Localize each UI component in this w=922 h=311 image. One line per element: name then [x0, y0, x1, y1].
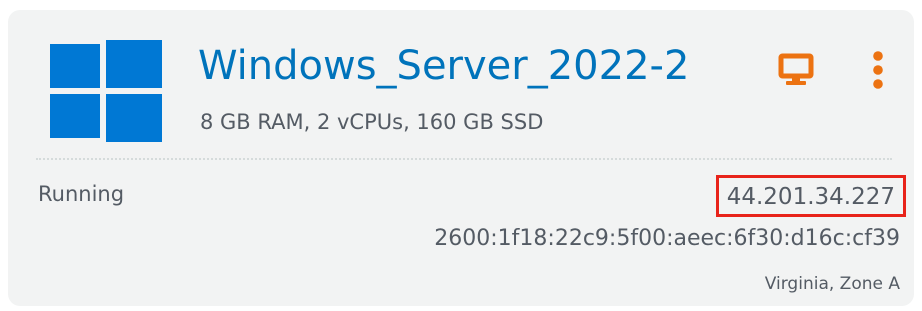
public-ipv4-address: 44.201.34.227 — [715, 175, 906, 218]
card-divider — [36, 158, 892, 160]
ipv6-address: 2600:1f18:22c9:5f00:aeec:6f30:d16c:cf39 — [434, 226, 900, 251]
instance-location: Virginia, Zone A — [764, 274, 900, 294]
monitor-icon — [778, 53, 814, 85]
windows-logo-icon — [50, 40, 162, 142]
instance-status: Running — [38, 182, 125, 206]
instance-specs: 8 GB RAM, 2 vCPUs, 160 GB SSD — [200, 110, 544, 134]
instance-card: Windows_Server_2022-2 8 GB RAM, 2 vCPUs,… — [8, 10, 914, 306]
instance-name-link[interactable]: Windows_Server_2022-2 — [198, 46, 689, 86]
actions-menu-button[interactable] — [860, 46, 896, 94]
connect-button[interactable] — [774, 48, 818, 92]
vertical-ellipsis-icon — [873, 51, 883, 89]
